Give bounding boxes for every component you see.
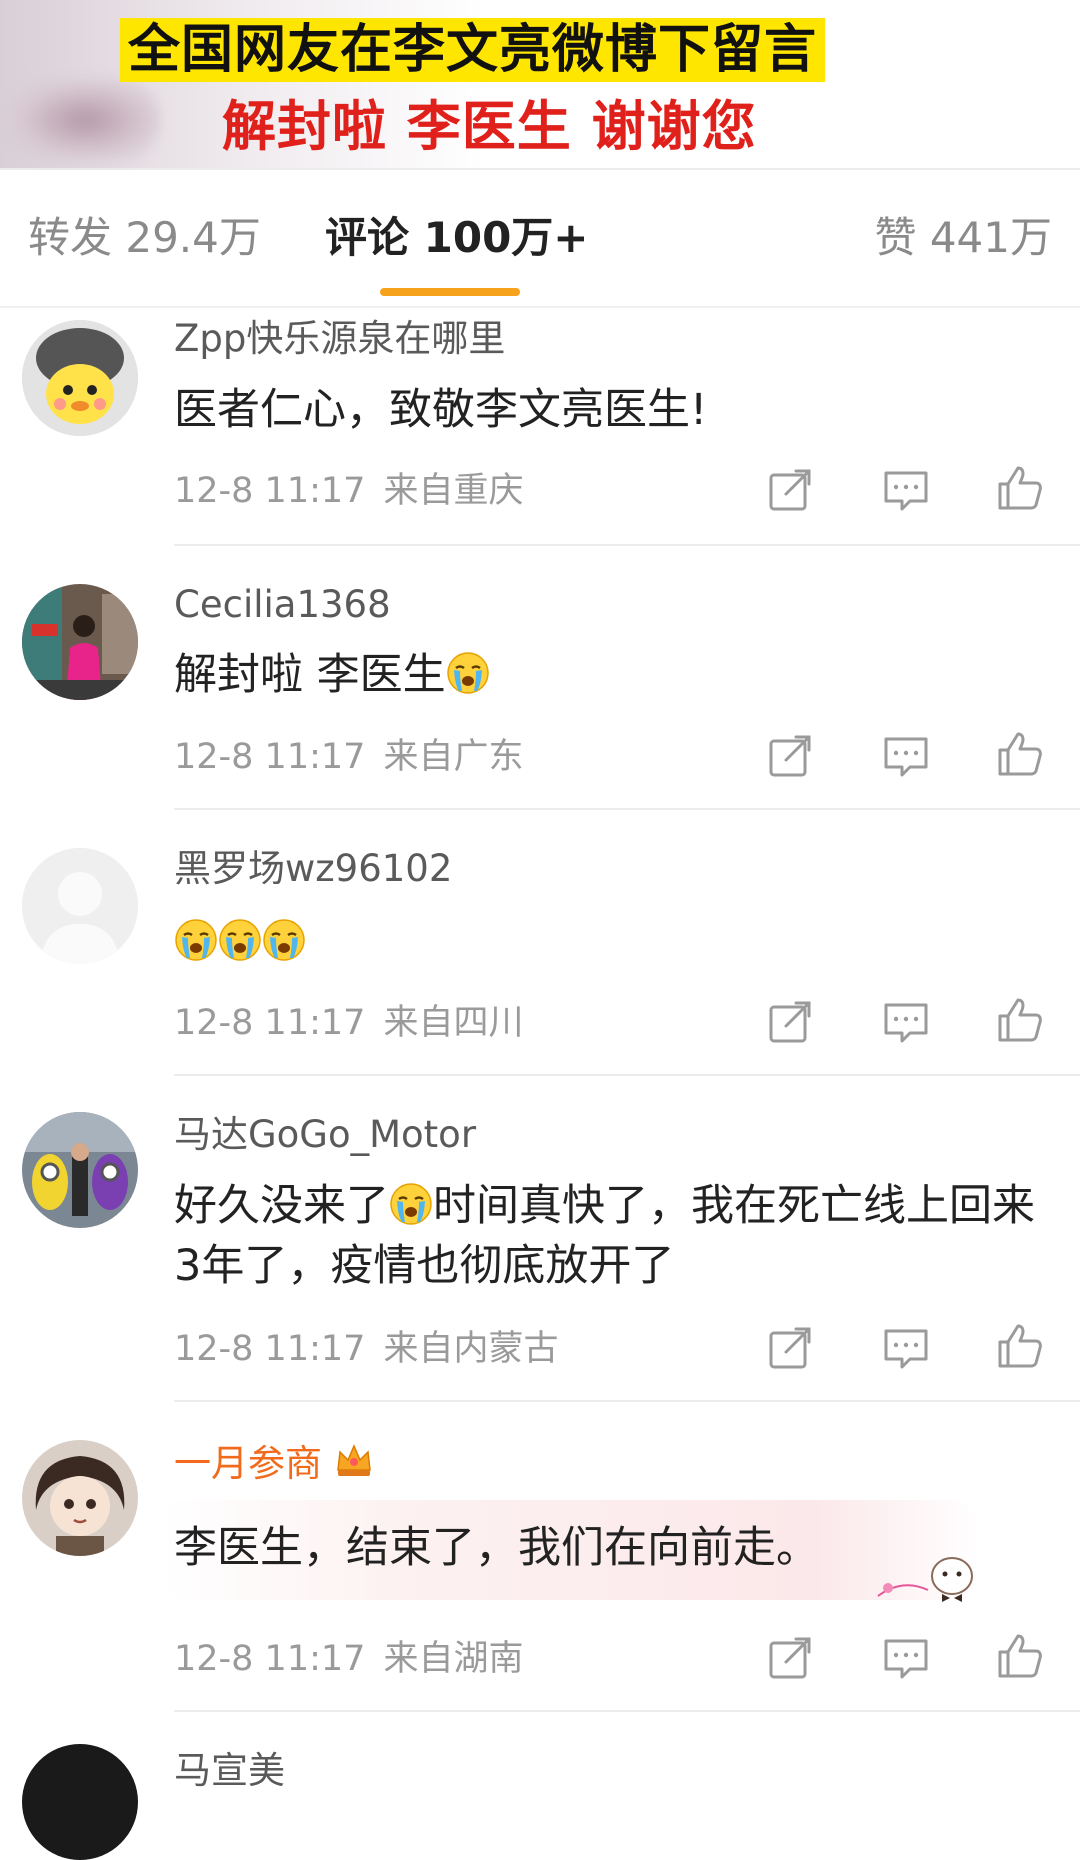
avatar[interactable] bbox=[22, 1112, 138, 1228]
emoji-row bbox=[174, 912, 1054, 972]
active-tab-indicator bbox=[380, 288, 520, 296]
comment-location: 来自广东 bbox=[383, 737, 524, 777]
username[interactable]: 马宣美 bbox=[174, 1748, 285, 1794]
comment-time: 12-8 11:17 bbox=[174, 1639, 366, 1679]
default-avatar[interactable] bbox=[22, 848, 138, 964]
comment-location: 来自四川 bbox=[383, 1003, 524, 1043]
divider bbox=[174, 1400, 1080, 1402]
divider bbox=[174, 544, 1080, 546]
divider bbox=[174, 1710, 1080, 1712]
username[interactable]: Zpp快乐源泉在哪里 bbox=[174, 316, 505, 362]
crying-emoji-icon bbox=[446, 651, 490, 695]
comment-meta: 12-8 11:17 来自四川 bbox=[174, 1000, 523, 1046]
comment-meta: 12-8 11:17 来自广东 bbox=[174, 734, 523, 780]
reply-icon[interactable] bbox=[882, 1324, 930, 1372]
divider bbox=[174, 1074, 1080, 1076]
thumbs-up-icon[interactable] bbox=[996, 996, 1044, 1044]
comment-location: 来自内蒙古 bbox=[383, 1329, 559, 1369]
avatar[interactable] bbox=[22, 584, 138, 700]
thumbs-up-icon[interactable] bbox=[996, 1632, 1044, 1680]
comment-text-wrap: 好久没来了 时间真快了，我在死亡线上回来3年了，疫情也彻底放开了 bbox=[174, 1176, 1054, 1296]
tab-comments[interactable]: 评论 100万+ bbox=[325, 212, 589, 264]
blurred-avatar bbox=[10, 80, 160, 160]
thumbs-up-icon[interactable] bbox=[996, 1322, 1044, 1370]
username[interactable]: Cecilia1368 bbox=[174, 582, 391, 628]
comment-time: 12-8 11:17 bbox=[174, 737, 366, 777]
crying-emoji-icon bbox=[262, 918, 306, 962]
username-text: 一月参商 bbox=[174, 1442, 322, 1485]
comment-text: 医者仁心，致敬李文亮医生! bbox=[174, 385, 708, 435]
comment-meta: 12-8 11:17 来自重庆 bbox=[174, 468, 523, 514]
share-icon[interactable] bbox=[766, 466, 814, 514]
headline-line-2: 解封啦 李医生 谢谢您 bbox=[222, 95, 757, 158]
comment-text-wrap: 解封啦 李医生 bbox=[174, 645, 1054, 705]
username[interactable]: 马达GoGo_Motor bbox=[174, 1112, 476, 1158]
crying-emoji-icon bbox=[218, 918, 262, 962]
crown-icon bbox=[337, 1444, 371, 1476]
reply-icon[interactable] bbox=[882, 998, 930, 1046]
reply-icon[interactable] bbox=[882, 466, 930, 514]
comment-time: 12-8 11:17 bbox=[174, 471, 366, 511]
thumbs-up-icon[interactable] bbox=[996, 730, 1044, 778]
tab-likes[interactable]: 赞 441万 bbox=[874, 212, 1052, 264]
bubble-decoration-icon bbox=[877, 1557, 973, 1602]
comment-text-part-1: 好久没来了 bbox=[174, 1181, 389, 1231]
tab-reposts[interactable]: 转发 29.4万 bbox=[28, 212, 261, 264]
thumbs-up-icon[interactable] bbox=[996, 464, 1044, 512]
comment-time: 12-8 11:17 bbox=[174, 1003, 366, 1043]
comment-meta: 12-8 11:17 来自内蒙古 bbox=[174, 1326, 558, 1372]
share-icon[interactable] bbox=[766, 1634, 814, 1682]
reply-icon[interactable] bbox=[882, 1634, 930, 1682]
avatar[interactable] bbox=[22, 1440, 138, 1556]
username-vip[interactable]: 一月参商 bbox=[174, 1440, 374, 1487]
share-icon[interactable] bbox=[766, 998, 814, 1046]
comment-time: 12-8 11:17 bbox=[174, 1329, 366, 1369]
video-caption-banner: 全国网友在李文亮微博下留言 解封啦 李医生 谢谢您 bbox=[0, 0, 1080, 170]
share-icon[interactable] bbox=[766, 732, 814, 780]
avatar[interactable] bbox=[22, 1744, 138, 1860]
share-icon[interactable] bbox=[766, 1324, 814, 1372]
crying-emoji-icon bbox=[174, 918, 218, 962]
crying-emoji-icon bbox=[389, 1182, 433, 1226]
username[interactable]: 黑罗场wz96102 bbox=[174, 846, 452, 892]
headline-line-1: 全国网友在李文亮微博下留言 bbox=[120, 18, 826, 82]
comment-location: 来自重庆 bbox=[383, 471, 524, 511]
comment-meta: 12-8 11:17 来自湖南 bbox=[174, 1636, 523, 1682]
comment-text: 解封啦 李医生 bbox=[174, 650, 446, 700]
tab-bar: 转发 29.4万 评论 100万+ 赞 441万 bbox=[0, 170, 1080, 308]
avatar[interactable] bbox=[22, 320, 138, 436]
divider bbox=[174, 808, 1080, 810]
reply-icon[interactable] bbox=[882, 732, 930, 780]
comment-location: 来自湖南 bbox=[383, 1639, 524, 1679]
